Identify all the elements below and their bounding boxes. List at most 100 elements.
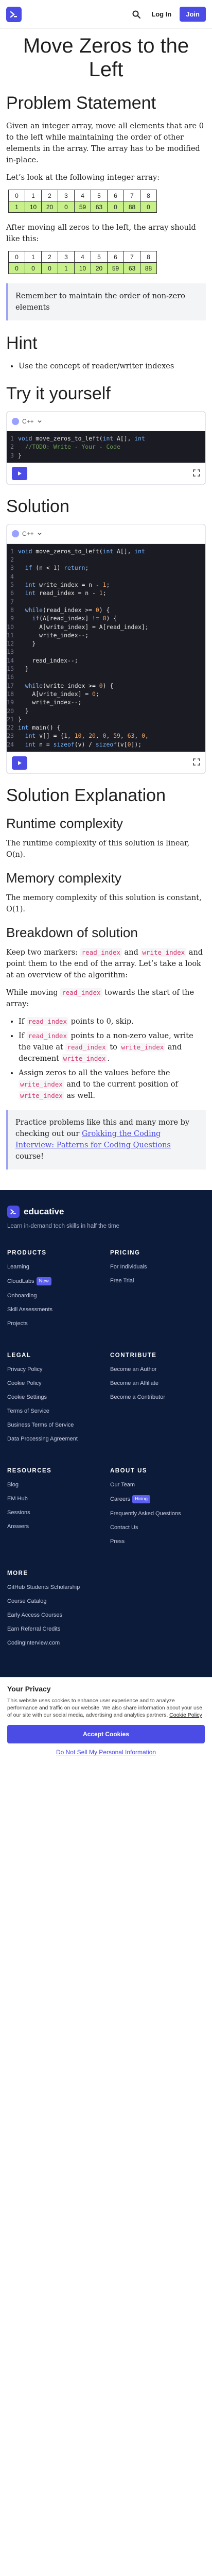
footer-link[interactable]: Cookie Settings: [7, 1394, 102, 1401]
footer-link[interactable]: CloudLabs New: [7, 1277, 102, 1286]
login-link[interactable]: Log In: [148, 7, 174, 21]
educative-logo-icon[interactable]: [6, 6, 22, 22]
footer-link[interactable]: GitHub Students Scholarship: [7, 1584, 102, 1591]
footer-link[interactable]: Business Terms of Service: [7, 1421, 102, 1429]
footer-link[interactable]: Data Processing Agreement: [7, 1435, 102, 1443]
problem-heading: Problem Statement: [6, 93, 156, 113]
chevron-down-icon: [38, 420, 42, 423]
footer-link[interactable]: Press: [110, 1538, 205, 1545]
footer-link[interactable]: Contact Us: [110, 1524, 205, 1531]
join-button[interactable]: Join: [180, 7, 206, 22]
footer-link[interactable]: Frequently Asked Questions: [110, 1510, 205, 1517]
list-item: Assign zeros to all the values before th…: [19, 1067, 206, 1101]
try-heading: Try it yourself: [6, 384, 111, 403]
nav-actions: Log In Join: [130, 7, 206, 22]
breakdown-text: Keep two markers: read_index and write_i…: [6, 948, 203, 980]
footer-resources: RESOURCES Blog EM Hub Sessions Answers: [7, 1468, 102, 1552]
new-badge: New: [36, 1277, 51, 1286]
footer-link[interactable]: Become an Author: [110, 1366, 205, 1373]
site-footer: educative Learn in-demand tech skills in…: [0, 1190, 212, 1677]
footer-legal: LEGAL Privacy Policy Cookie Policy Cooki…: [7, 1352, 102, 1449]
table-cell: 0: [25, 262, 42, 274]
runtime-text: The runtime complexity of this solution …: [6, 839, 190, 859]
table-cell: 0: [140, 201, 157, 213]
problem-text-3: After moving all zeros to the left, the …: [6, 224, 196, 243]
footer-link[interactable]: Our Team: [110, 1481, 205, 1488]
memory-heading: Memory complexity: [6, 870, 121, 886]
footer-link[interactable]: Sessions: [7, 1509, 102, 1516]
solution-code-widget: C++ 1 void move_zeros_to_left(int A[], in…: [6, 523, 206, 774]
footer-brand[interactable]: educative: [7, 1206, 205, 1218]
array-before-table: 012345678 1 10 20 0 59 63 0 88 0: [8, 190, 157, 213]
memory-text: The memory complexity of this solution i…: [6, 894, 202, 914]
widget-footer: [7, 752, 205, 774]
table-cell: 5: [91, 251, 108, 263]
widget-footer: [7, 462, 205, 484]
code-read-index: read_index: [60, 988, 102, 997]
cpp-icon: [12, 417, 19, 425]
list-item: If read_index points to 0, skip.: [19, 1016, 206, 1027]
widget-header: C++: [7, 412, 205, 431]
widget-header: C++: [7, 524, 205, 544]
table-cell: 8: [140, 190, 157, 201]
breakdown-list: If read_index points to 0, skip. If read…: [19, 1016, 206, 1101]
footer-link[interactable]: Become an Affiliate: [110, 1380, 205, 1387]
explanation-heading: Solution Explanation: [6, 786, 166, 806]
play-icon: [18, 760, 22, 765]
cookie-text: This website uses cookies to enhance use…: [7, 1698, 202, 1719]
footer-row-4: MORE GitHub Students Scholarship Course …: [7, 1570, 205, 1653]
table-cell: 7: [123, 190, 140, 201]
code-editor[interactable]: 1 void move_zeros_to_left(int A[], int 2 …: [7, 544, 205, 752]
note-box: Remember to maintain the order of non-ze…: [6, 283, 206, 320]
footer-link[interactable]: Skill Assessments: [7, 1306, 102, 1313]
solution-heading: Solution: [6, 496, 69, 516]
table-cell: 2: [41, 190, 58, 201]
footer-link[interactable]: EM Hub: [7, 1495, 102, 1502]
footer-link[interactable]: CodingInterview.com: [7, 1639, 102, 1647]
accept-cookies-button[interactable]: Accept Cookies: [7, 1725, 205, 1744]
table-cell: 0: [58, 201, 75, 213]
footer-link[interactable]: Earn Referral Credits: [7, 1625, 102, 1633]
run-button[interactable]: [12, 467, 27, 481]
search-icon[interactable]: [130, 8, 143, 21]
footer-link[interactable]: Projects: [7, 1320, 102, 1327]
footer-link[interactable]: For Individuals: [110, 1263, 205, 1270]
hint-list: Use the concept of reader/writer indexes: [19, 361, 206, 372]
footer-more: MORE GitHub Students Scholarship Course …: [7, 1570, 102, 1653]
footer-link[interactable]: Answers: [7, 1523, 102, 1530]
footer-link[interactable]: Privacy Policy: [7, 1366, 102, 1373]
footer-link[interactable]: Become a Contributor: [110, 1394, 205, 1401]
language-selector[interactable]: C++: [12, 530, 42, 538]
array-after-table: 012345678 0 0 0 1 10 20 59 63 88: [8, 251, 157, 274]
footer-link[interactable]: Careers Hiring: [110, 1495, 205, 1504]
cookie-policy-link[interactable]: Cookie Policy: [169, 1712, 202, 1718]
footer-link[interactable]: Onboarding: [7, 1292, 102, 1299]
table-cell: 1: [58, 262, 75, 274]
expand-icon[interactable]: [193, 469, 200, 479]
footer-pricing: PRICING For Individuals Free Trial: [110, 1250, 205, 1334]
footer-link[interactable]: Terms of Service: [7, 1408, 102, 1415]
run-button[interactable]: [12, 756, 27, 770]
footer-link[interactable]: Cookie Policy: [7, 1380, 102, 1387]
expand-icon[interactable]: [193, 758, 200, 768]
language-label: C++: [22, 530, 34, 538]
footer-link[interactable]: Blog: [7, 1481, 102, 1488]
footer-contribute: CONTRIBUTE Become an Author Become an Af…: [110, 1352, 205, 1449]
footer-link[interactable]: Course Catalog: [7, 1598, 102, 1605]
footer-link[interactable]: Free Trial: [110, 1277, 205, 1284]
code-editor[interactable]: 1 void move_zeros_to_left(int A[], int 2 …: [7, 431, 205, 463]
breakdown-text-2: While moving read_index towards the star…: [6, 988, 195, 1009]
table-cell: 3: [58, 190, 75, 201]
footer-link[interactable]: Early Access Courses: [7, 1612, 102, 1619]
table-cell: 6: [107, 190, 124, 201]
table-cell: 4: [74, 251, 91, 263]
do-not-sell-link[interactable]: Do Not Sell My Personal Information: [7, 1749, 205, 1756]
problem-text-2: Let’s look at the following integer arra…: [6, 174, 160, 182]
problem-text: Given an integer array, move all element…: [6, 122, 204, 164]
footer-products: PRODUCTS Learning CloudLabs New Onboardin…: [7, 1250, 102, 1334]
language-selector[interactable]: C++: [12, 417, 42, 425]
table-cell: 0: [41, 262, 58, 274]
footer-link[interactable]: Learning: [7, 1263, 102, 1270]
table-cell: 3: [58, 251, 75, 263]
cpp-icon: [12, 530, 19, 538]
